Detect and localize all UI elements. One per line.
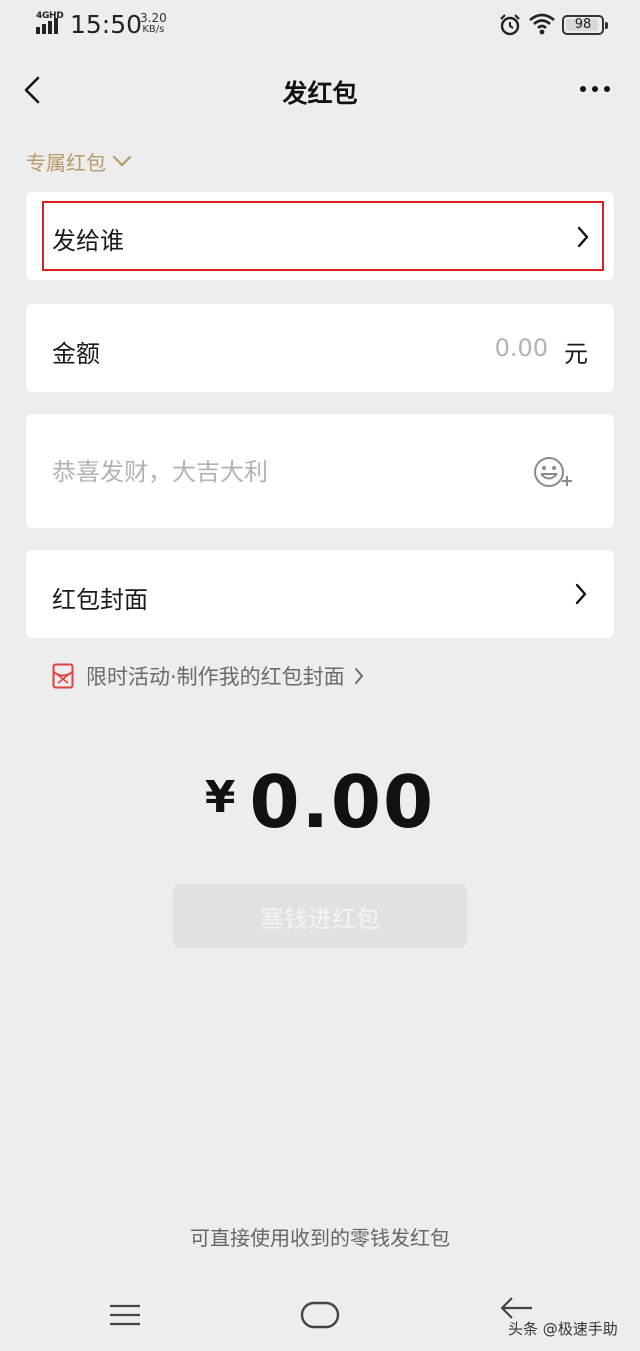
network-speed: 3.20 KB/s [140, 12, 167, 36]
more-dots-icon[interactable] [578, 82, 612, 96]
amount-card[interactable]: 金额 0.00 元 [26, 304, 614, 392]
wifi-icon [529, 13, 555, 35]
packet-type-selector[interactable]: 专属红包 [26, 146, 132, 176]
recipient-label: 发给谁 [52, 227, 124, 255]
chevron-down-icon [112, 155, 132, 167]
emoji-add-icon[interactable] [532, 454, 574, 490]
total-amount: ¥0.00 [0, 760, 640, 844]
speed-value: 3.20 [140, 11, 167, 25]
greeting-input[interactable] [52, 452, 492, 492]
speed-unit: KB/s [142, 24, 165, 35]
amount-unit: 元 [564, 340, 588, 368]
watermark: 头条 @极速手助 [508, 1320, 618, 1338]
red-packet-cover-icon [52, 663, 74, 689]
currency-symbol: ¥ [204, 772, 236, 823]
menu-icon[interactable] [108, 1302, 142, 1328]
battery-icon: 98 [562, 15, 608, 35]
alarm-icon [500, 14, 520, 36]
status-time: 15:50 [70, 10, 143, 39]
cover-label: 红包封面 [52, 586, 148, 614]
footer-tip: 可直接使用收到的零钱发红包 [190, 1226, 450, 1250]
amount-input[interactable]: 0.00 [495, 334, 548, 362]
signal-icon [36, 18, 58, 34]
submit-button[interactable]: 塞钱进红包 [173, 884, 467, 948]
promo-text: 限时活动·制作我的红包封面 [86, 665, 345, 689]
battery-level: 98 [574, 17, 592, 32]
chevron-right-icon [577, 226, 589, 248]
greeting-card [26, 414, 614, 528]
system-nav-bar: 头条 @极速手助 [0, 1280, 640, 1351]
packet-type-label: 专属红包 [26, 150, 106, 175]
recipient-card: 发给谁 [26, 192, 614, 280]
page-title: 发红包 [282, 79, 358, 108]
amount-label: 金额 [52, 340, 100, 368]
status-bar: 4GHD 15:50 3.20 KB/s 98 [0, 0, 640, 52]
nav-bar: 发红包 [0, 60, 640, 120]
cover-card[interactable]: 红包封面 [26, 550, 614, 638]
chevron-right-icon [354, 668, 363, 684]
chevron-right-icon [575, 583, 587, 605]
total-value: 0.00 [249, 760, 436, 844]
promo-link[interactable]: 限时活动·制作我的红包封面 [52, 660, 365, 692]
home-icon[interactable] [300, 1300, 340, 1330]
recipient-selector[interactable]: 发给谁 [42, 201, 604, 271]
